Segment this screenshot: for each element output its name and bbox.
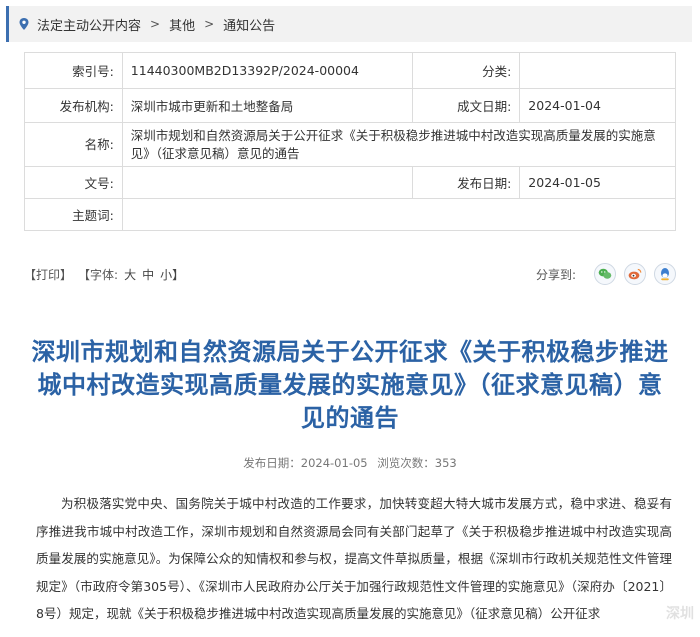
view-count-label: 浏览次数：	[377, 456, 435, 470]
qq-share-button[interactable]	[654, 263, 676, 285]
index-value: 11440300MB2D13392P/2024-00004	[121, 52, 413, 89]
publish-date-value: 2024-01-05	[300, 456, 368, 470]
category-value	[519, 52, 676, 89]
breadcrumb-item-other[interactable]: 其他	[169, 15, 195, 34]
subject-value	[121, 198, 677, 231]
subject-label: 主题词:	[24, 198, 123, 231]
view-count-value: 353	[434, 456, 457, 470]
name-value: 深圳市规划和自然资源局关于公开征求《关于积极稳步推进城中村改造实现高质量发展的实…	[121, 122, 677, 167]
published-date-value: 2024-01-05	[519, 166, 676, 199]
category-label: 分类:	[411, 52, 521, 89]
share-label: 分享到:	[535, 267, 576, 282]
breadcrumb-separator: >	[150, 17, 161, 31]
font-size-label: 【字体:	[78, 267, 119, 282]
weibo-share-button[interactable]	[624, 263, 646, 285]
article-paragraph: 为积极落实党中央、国务院关于城中村改造的工作要求，加快转变超大特大城市发展方式，…	[36, 496, 672, 621]
docno-value	[121, 166, 413, 199]
publish-info: 发布日期：2024-01-05 浏览次数：353	[0, 455, 700, 471]
weibo-icon	[628, 268, 642, 280]
publisher-label: 发布机构:	[24, 88, 123, 123]
document-meta-table: 索引号: 11440300MB2D13392P/2024-00004 分类: 发…	[24, 52, 677, 231]
breadcrumb: 法定主动公开内容 > 其他 > 通知公告	[6, 6, 692, 42]
index-label: 索引号:	[24, 52, 123, 89]
wechat-icon	[598, 268, 612, 279]
location-icon	[17, 17, 31, 31]
print-button[interactable]: 【打印】	[24, 266, 72, 283]
watermark-logo: 深圳	[666, 606, 694, 622]
font-small-button[interactable]: 小】	[160, 266, 184, 283]
created-date-label: 成文日期:	[411, 88, 521, 123]
name-label: 名称:	[24, 122, 123, 167]
font-large-button[interactable]: 大	[124, 266, 136, 283]
publish-date-label: 发布日期：	[243, 456, 301, 470]
breadcrumb-item-public-content[interactable]: 法定主动公开内容	[37, 15, 141, 34]
qq-icon	[661, 268, 669, 281]
created-date-value: 2024-01-04	[519, 88, 676, 123]
published-date-label: 发布日期:	[411, 166, 521, 199]
article-toolbar: 【打印】 【字体: 大 中 小】 分享到:	[24, 262, 676, 286]
docno-label: 文号:	[24, 166, 123, 199]
breadcrumb-item-notices[interactable]: 通知公告	[223, 15, 275, 34]
wechat-share-button[interactable]	[594, 263, 616, 285]
article-title: 深圳市规划和自然资源局关于公开征求《关于积极稳步推进城中村改造实现高质量发展的实…	[31, 338, 669, 432]
breadcrumb-separator: >	[204, 17, 215, 31]
publisher-value: 深圳市城市更新和土地整备局	[121, 88, 413, 123]
font-medium-button[interactable]: 中	[142, 266, 154, 283]
